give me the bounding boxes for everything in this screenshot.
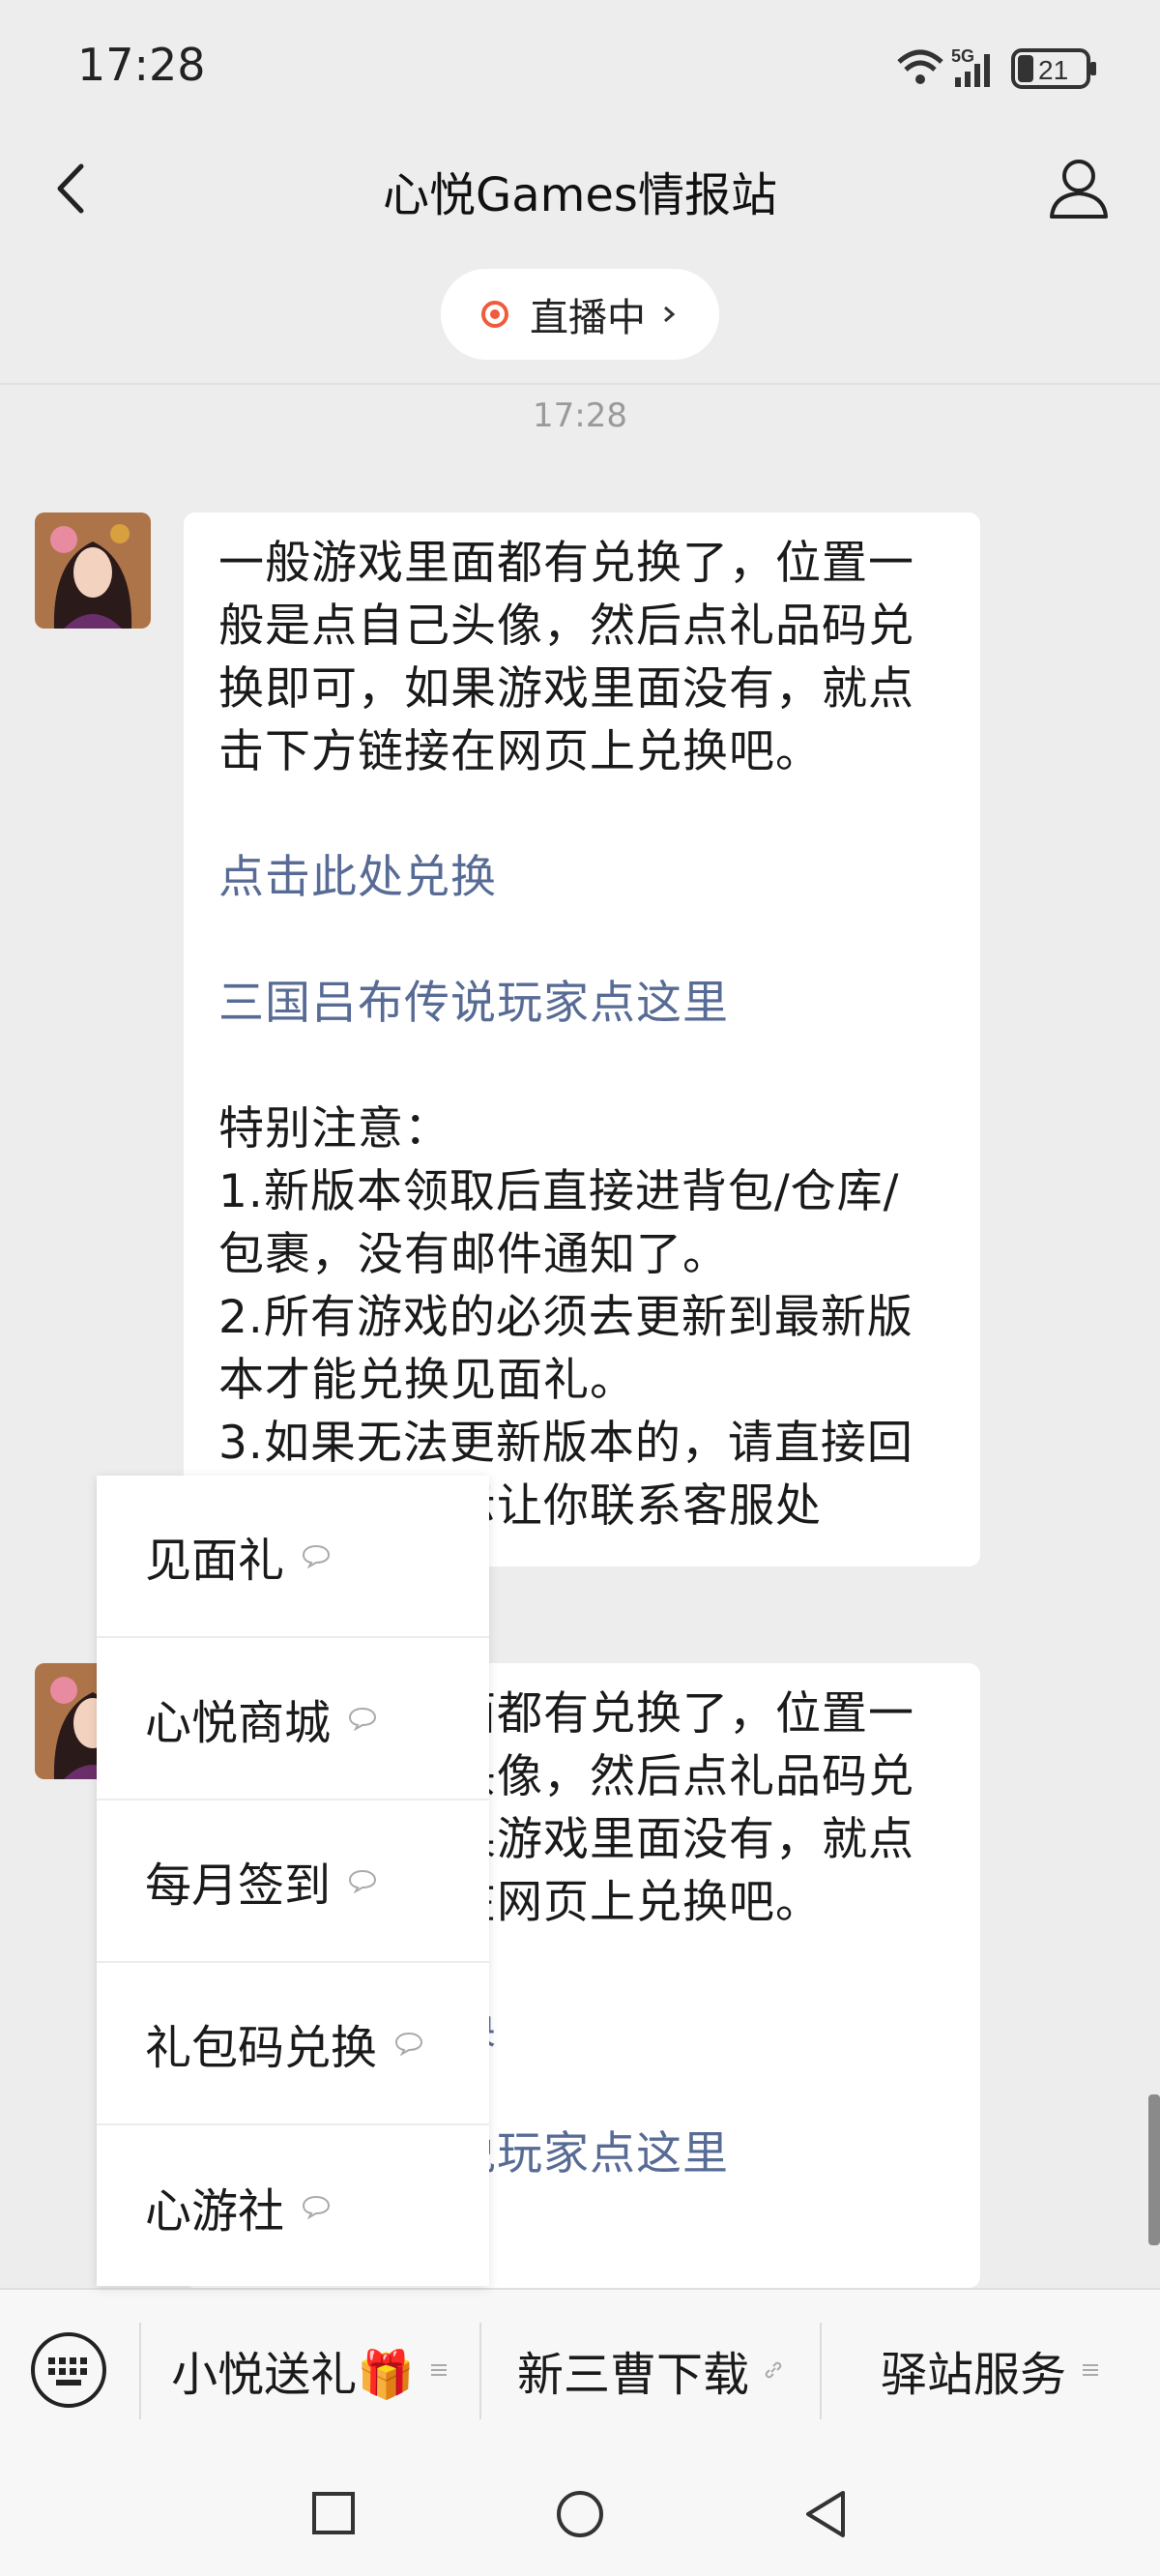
wifi-icon bbox=[897, 49, 943, 84]
status-icons: 5G 21 bbox=[897, 46, 1096, 89]
battery-icon: 21 bbox=[1011, 48, 1096, 89]
system-nav-bar bbox=[0, 2450, 1160, 2576]
note-title: 特别注意： bbox=[218, 1102, 450, 1156]
back-nav-icon[interactable] bbox=[802, 2489, 851, 2539]
message-text: 一般游戏里面都有兑换了，位置一般是点自己头像，然后点礼品码兑换即可，如果游戏里面… bbox=[218, 537, 914, 778]
status-bar: 17:28 5G 21 bbox=[0, 0, 1160, 135]
live-indicator-icon bbox=[481, 301, 508, 328]
menu-item-mall[interactable]: 心悦商城 bbox=[97, 1638, 489, 1800]
sender-avatar[interactable] bbox=[35, 512, 151, 629]
menu-service-button[interactable]: 驿站服务 bbox=[822, 2290, 1160, 2450]
redeem-link[interactable]: 点击此处兑换 bbox=[218, 851, 497, 904]
list-icon bbox=[430, 2364, 447, 2376]
message-timestamp: 17:28 bbox=[533, 396, 627, 435]
chat-header: 心悦Games情报站 bbox=[0, 135, 1160, 242]
message-bubble: 一般游戏里面都有兑换了，位置一般是点自己头像，然后点礼品码兑换即可，如果游戏里面… bbox=[184, 512, 980, 1566]
chat-bubble-icon bbox=[349, 1707, 377, 1731]
chat-bubble-icon bbox=[303, 2195, 331, 2219]
menu-item-code-redeem[interactable]: 礼包码兑换 bbox=[97, 1963, 489, 2125]
page-title: 心悦Games情报站 bbox=[383, 168, 777, 222]
menu-item-label: 心悦商城 bbox=[145, 1696, 332, 1750]
battery-level: 21 bbox=[1038, 55, 1068, 85]
chat-scrollbar[interactable] bbox=[1148, 2094, 1160, 2245]
submenu-popup: 见面礼 心悦商城 每月签到 礼包码兑换 心游社 bbox=[97, 1476, 489, 2286]
chevron-right-icon bbox=[664, 306, 676, 323]
menu-item-label: 每月签到 bbox=[145, 1859, 332, 1913]
menu-label: 新三曹下载 bbox=[516, 2348, 749, 2402]
menu-item-label: 心游社 bbox=[145, 2184, 285, 2239]
network-label: 5G bbox=[951, 46, 974, 66]
live-button[interactable]: 直播中 bbox=[441, 269, 719, 360]
profile-icon[interactable] bbox=[1044, 153, 1114, 222]
menu-label: 驿站服务 bbox=[880, 2348, 1066, 2402]
keyboard-icon[interactable] bbox=[29, 2330, 108, 2410]
note-1: 1.新版本领取后直接进背包/仓库/包裹，没有邮件通知了。 bbox=[218, 1165, 900, 1281]
menu-item-gift[interactable]: 见面礼 bbox=[97, 1476, 489, 1638]
list-icon bbox=[1083, 2364, 1098, 2376]
menu-item-label: 礼包码兑换 bbox=[145, 2021, 378, 2075]
header-divider bbox=[0, 383, 1160, 385]
home-icon[interactable] bbox=[555, 2489, 605, 2539]
link-icon bbox=[765, 2361, 782, 2379]
lvbu-link[interactable]: 三国吕布传说玩家点这里 bbox=[218, 977, 729, 1030]
menu-gift-button[interactable]: 小悦送礼🎁 bbox=[141, 2290, 479, 2450]
menu-item-checkin[interactable]: 每月签到 bbox=[97, 1800, 489, 1963]
menu-item-community[interactable]: 心游社 bbox=[97, 2125, 489, 2288]
bottom-menu-bar: 小悦送礼🎁 新三曹下载 驿站服务 bbox=[0, 2288, 1160, 2450]
recent-apps-icon[interactable] bbox=[309, 2489, 358, 2537]
menu-download-button[interactable]: 新三曹下载 bbox=[481, 2290, 820, 2450]
note-2: 2.所有游戏的必须去更新到最新版本才能兑换见面礼。 bbox=[218, 1291, 914, 1407]
status-time: 17:28 bbox=[77, 39, 206, 91]
menu-item-label: 见面礼 bbox=[145, 1534, 285, 1588]
chat-bubble-icon bbox=[349, 1869, 377, 1893]
menu-label: 小悦送礼🎁 bbox=[171, 2348, 415, 2402]
chat-bubble-icon bbox=[395, 2032, 423, 2056]
chat-bubble-icon bbox=[303, 1544, 331, 1568]
live-label: 直播中 bbox=[530, 296, 646, 340]
